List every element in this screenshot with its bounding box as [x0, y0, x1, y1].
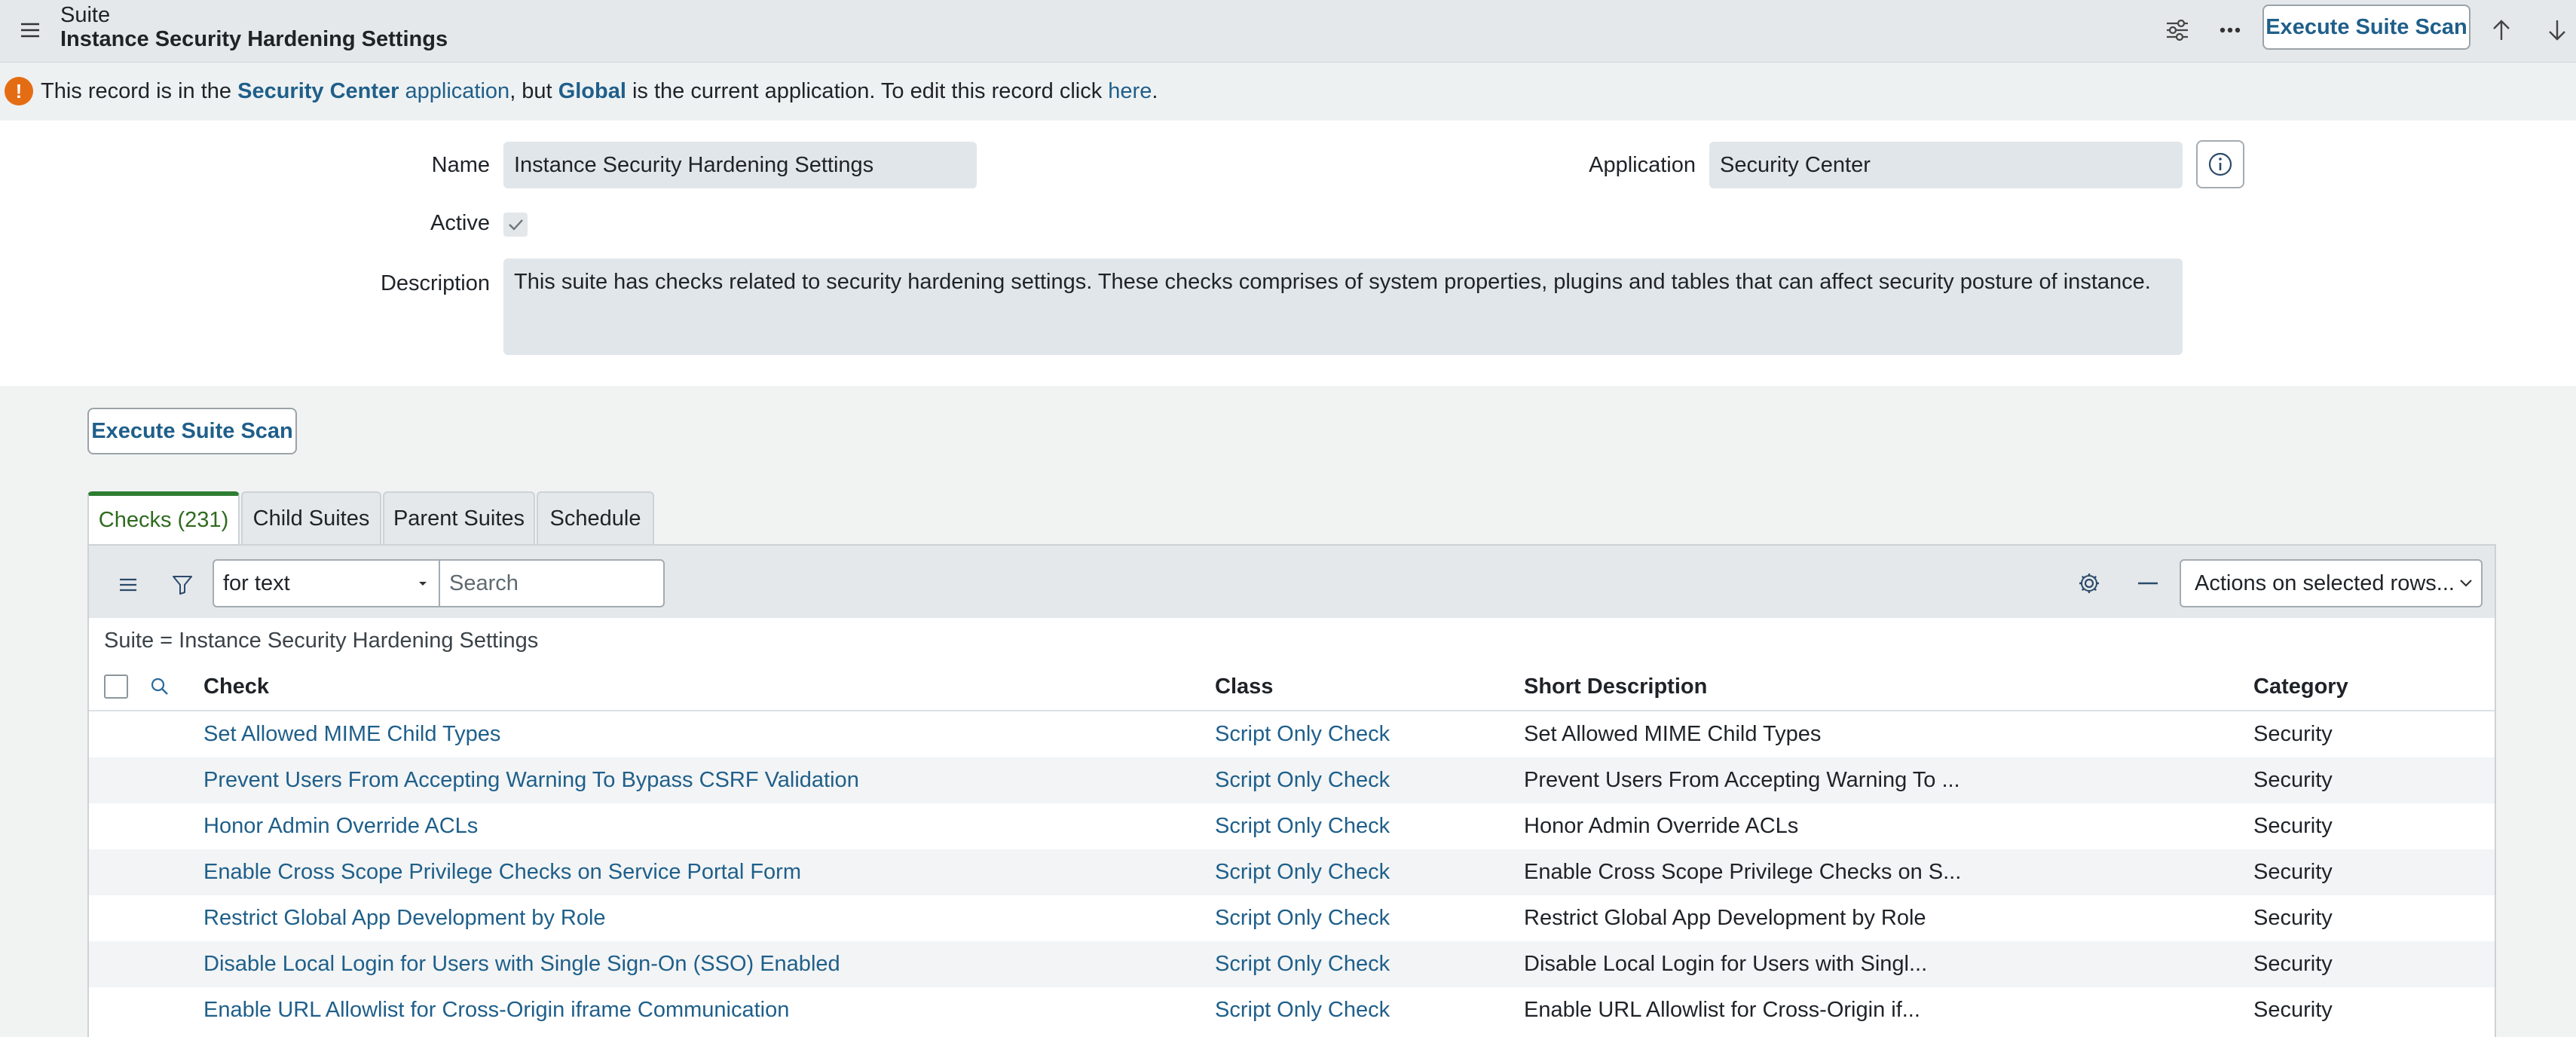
short-description-cell: Disable Local Login for Users with Singl…	[1524, 952, 1928, 976]
name-field[interactable]: Instance Security Hardening Settings	[503, 142, 977, 188]
info-icon[interactable]	[2196, 140, 2244, 188]
select-all-checkbox[interactable]	[104, 675, 128, 699]
check-link[interactable]: Restrict Global App Development by Role	[203, 895, 606, 941]
application-scope-message: This record is in the Security Center ap…	[41, 63, 1158, 120]
check-link[interactable]: Enable Cross Scope Privilege Checks on S…	[203, 849, 801, 895]
short-description-cell: Enable Cross Scope Privilege Checks on S…	[1524, 860, 1962, 884]
personalize-form-icon[interactable]	[2158, 11, 2196, 49]
active-checkbox[interactable]	[503, 213, 528, 237]
check-link[interactable]: Enable URL Allowlist for Cross-Origin if…	[203, 987, 789, 1033]
filter-breadcrumb: Suite = Instance Security Hardening Sett…	[89, 618, 2495, 665]
check-link[interactable]: Set Allowed MIME Child Types	[203, 711, 500, 757]
column-header-check[interactable]: Check	[203, 663, 269, 710]
next-record-icon[interactable]	[2538, 11, 2576, 49]
banner-text: .	[1152, 79, 1158, 103]
banner-text: is the current application. To edit this…	[626, 79, 1109, 103]
table-row: Set Allowed MIME Child Types Script Only…	[89, 711, 2495, 757]
short-description-cell: Honor Admin Override ACLs	[1524, 814, 1799, 838]
class-link[interactable]: Script Only Check	[1215, 803, 1390, 849]
list-menu-icon[interactable]	[110, 567, 146, 603]
search-input[interactable]	[439, 559, 665, 607]
table-header-row: Check Class Short Description Category	[89, 663, 2495, 711]
list-settings-gear-icon[interactable]	[2071, 565, 2107, 601]
check-link[interactable]: Honor Admin Override ACLs	[203, 803, 478, 849]
class-link[interactable]: Script Only Check	[1215, 987, 1390, 1033]
class-link[interactable]: Script Only Check	[1215, 941, 1390, 987]
filter-breadcrumb-text[interactable]: Suite = Instance Security Hardening Sett…	[89, 629, 538, 653]
actions-select-value: Actions on selected rows...	[2195, 571, 2455, 595]
class-link[interactable]: Script Only Check	[1215, 757, 1390, 803]
short-description-cell: Set Allowed MIME Child Types	[1524, 722, 1822, 746]
application-link[interactable]: application	[399, 79, 510, 103]
short-description-cell: Enable URL Allowlist for Cross-Origin if…	[1524, 998, 1920, 1022]
actions-on-selected-rows-select[interactable]: Actions on selected rows...	[2180, 559, 2483, 607]
tab-parent-suites[interactable]: Parent Suites	[383, 491, 535, 544]
previous-record-icon[interactable]	[2483, 11, 2520, 49]
column-header-class[interactable]: Class	[1215, 663, 1273, 710]
class-link[interactable]: Script Only Check	[1215, 849, 1390, 895]
name-label: Name	[431, 153, 490, 177]
table-row: Prevent Users From Accepting Warning To …	[89, 757, 2495, 803]
column-header-category[interactable]: Category	[2253, 663, 2348, 710]
category-cell: Security	[2253, 768, 2333, 792]
application-field[interactable]: Security Center	[1709, 142, 2183, 188]
banner-text: , but	[509, 79, 558, 103]
search-columns-icon[interactable]	[146, 673, 173, 700]
category-cell: Security	[2253, 906, 2333, 930]
execute-suite-scan-button[interactable]: Execute Suite Scan	[87, 408, 297, 454]
table-row: Enable URL Allowlist for Cross-Origin if…	[89, 987, 2495, 1033]
current-app-link[interactable]: Global	[558, 79, 626, 103]
category-cell: Security	[2253, 814, 2333, 838]
check-link[interactable]: Prevent Users From Accepting Warning To …	[203, 757, 859, 803]
short-description-cell: Restrict Global App Development by Role	[1524, 906, 1926, 930]
edit-here-link[interactable]: here	[1108, 79, 1152, 103]
hamburger-menu-icon[interactable]	[14, 14, 47, 47]
category-cell: Security	[2253, 952, 2333, 976]
table-row: Restrict Global App Development by Role …	[89, 895, 2495, 941]
description-label: Description	[380, 271, 490, 295]
tab-schedule[interactable]: Schedule	[537, 491, 654, 544]
table-row: Honor Admin Override ACLs Script Only Ch…	[89, 803, 2495, 849]
more-options-icon[interactable]	[2211, 11, 2249, 49]
search-field-select-value: for text	[223, 571, 290, 595]
tab-child-suites[interactable]: Child Suites	[241, 491, 381, 544]
application-label: Application	[1589, 153, 1696, 177]
caret-down-icon	[418, 561, 428, 622]
scope-link[interactable]: Security Center	[237, 79, 399, 103]
class-link[interactable]: Script Only Check	[1215, 895, 1390, 941]
table-row: Disable Local Login for Users with Singl…	[89, 941, 2495, 987]
warning-icon: !	[5, 77, 33, 106]
execute-suite-scan-header-button[interactable]: Execute Suite Scan	[2262, 5, 2470, 50]
filter-icon[interactable]	[164, 567, 200, 603]
class-link[interactable]: Script Only Check	[1215, 711, 1390, 757]
column-header-short-description[interactable]: Short Description	[1524, 663, 1707, 710]
tab-checks[interactable]: Checks (231)	[87, 491, 240, 544]
check-link[interactable]: Disable Local Login for Users with Singl…	[203, 941, 840, 987]
search-field-select[interactable]: for text	[213, 559, 440, 607]
description-field[interactable]: This suite has checks related to securit…	[503, 258, 2183, 355]
category-cell: Security	[2253, 860, 2333, 884]
table-row: Enable Cross Scope Privilege Checks on S…	[89, 849, 2495, 895]
record-type: Suite	[60, 3, 111, 27]
active-label: Active	[430, 211, 490, 235]
category-cell: Security	[2253, 722, 2333, 746]
category-cell: Security	[2253, 998, 2333, 1022]
banner-text: This record is in the	[41, 79, 238, 103]
chevron-down-icon	[2458, 561, 2474, 622]
record-title: Instance Security Hardening Settings	[60, 27, 448, 51]
collapse-list-icon[interactable]	[2130, 565, 2166, 601]
short-description-cell: Prevent Users From Accepting Warning To …	[1524, 768, 1960, 792]
